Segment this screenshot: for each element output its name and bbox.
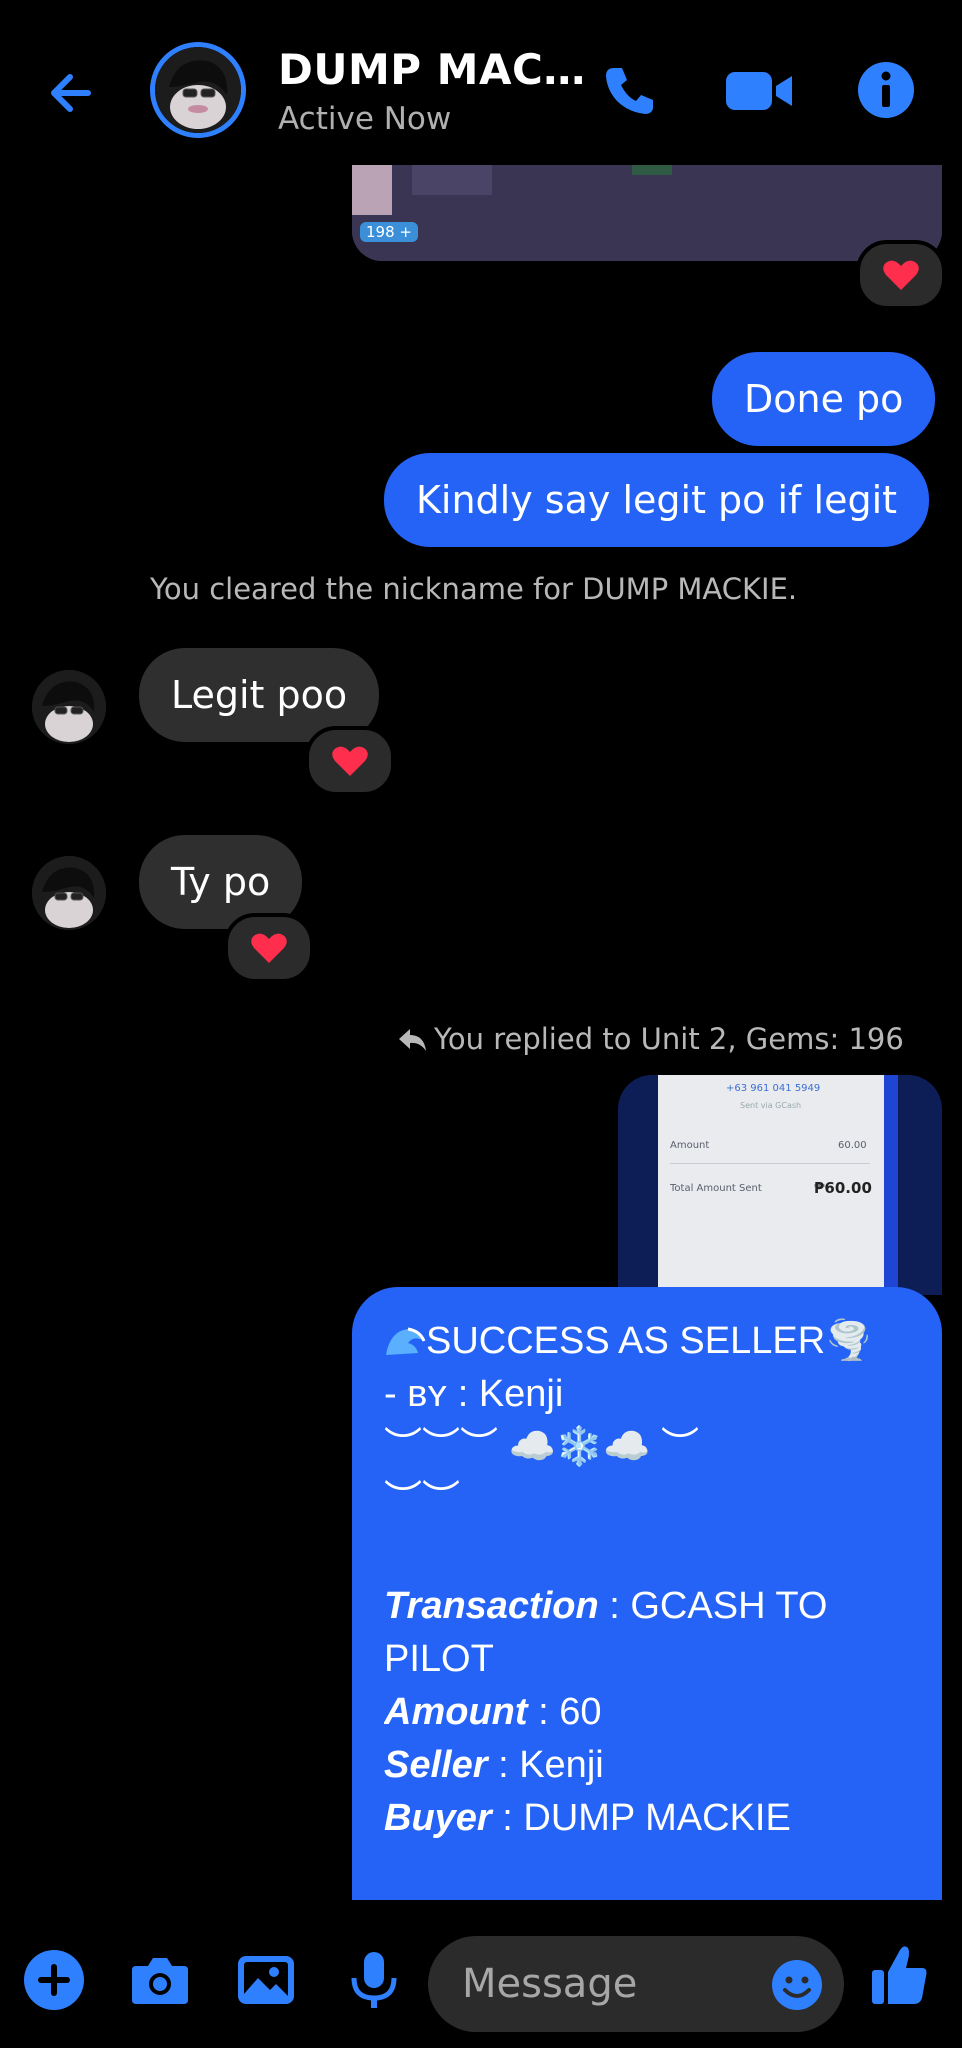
microphone-icon[interactable] bbox=[342, 1948, 406, 2012]
emoji-icon[interactable] bbox=[770, 1958, 824, 2012]
video-camera-icon[interactable] bbox=[724, 60, 794, 120]
heart-reaction[interactable] bbox=[224, 913, 314, 983]
receipt-subtext: Sent via GCash bbox=[740, 1101, 802, 1110]
receipt-total-value: ₱60.00 bbox=[814, 1179, 872, 1197]
transaction-line: Transaction : GCASH TO bbox=[384, 1585, 828, 1627]
receipt-amount-value: 60.00 bbox=[838, 1140, 867, 1151]
outgoing-message[interactable]: Done po bbox=[712, 352, 936, 446]
amount-line: Amount : 60 bbox=[384, 1691, 602, 1733]
contact-name[interactable]: DUMP MAC… bbox=[278, 45, 586, 94]
message-line: ︶︶︶ ☁️❄️☁️ ︶ bbox=[384, 1426, 700, 1468]
contact-avatar-small[interactable] bbox=[32, 856, 106, 930]
reply-arrow-icon bbox=[399, 1029, 426, 1051]
chat-header: DUMP MAC… Active Now bbox=[0, 0, 962, 165]
message-line: SUCCESS AS SELLER🌪️ bbox=[384, 1315, 910, 1368]
message-line: - ʙʏ : Kenji bbox=[384, 1373, 564, 1415]
contact-avatar-small[interactable] bbox=[32, 670, 106, 744]
receipt-phone: +63 961 041 5949 bbox=[726, 1083, 821, 1094]
message-text: Done po bbox=[744, 377, 904, 421]
receipt-total-label: Total Amount Sent bbox=[670, 1183, 762, 1194]
outgoing-message[interactable]: Kindly say legit po if legit bbox=[384, 453, 930, 547]
heart-icon bbox=[883, 260, 919, 290]
phone-icon[interactable] bbox=[600, 60, 660, 120]
system-notice: You cleared the nickname for DUMP MACKIE… bbox=[150, 572, 798, 606]
message-input-container[interactable] bbox=[428, 1936, 844, 2032]
plus-icon[interactable] bbox=[22, 1948, 86, 2012]
back-arrow-icon[interactable] bbox=[44, 62, 106, 124]
gallery-icon[interactable] bbox=[234, 1948, 298, 2012]
heart-reaction[interactable] bbox=[305, 726, 395, 796]
buyer-line: Buyer : DUMP MACKIE bbox=[384, 1797, 791, 1839]
replied-receipt-image[interactable]: +63 961 041 5949 Sent via GCash Amount 6… bbox=[618, 1075, 942, 1295]
gem-count-badge: 198 + bbox=[360, 222, 418, 242]
transaction-line-cont: PILOT bbox=[384, 1638, 494, 1680]
reply-notice: You replied to Unit 2, Gems: 196 bbox=[396, 1022, 904, 1056]
message-input[interactable] bbox=[460, 1960, 764, 2008]
reply-notice-text: You replied to Unit 2, Gems: 196 bbox=[434, 1022, 904, 1056]
message-text: Ty po bbox=[171, 860, 271, 904]
info-icon[interactable] bbox=[856, 60, 916, 120]
heart-reaction[interactable] bbox=[856, 240, 946, 310]
wave-emoji-icon bbox=[386, 1327, 426, 1355]
message-text: Legit poo bbox=[171, 673, 348, 717]
heart-icon bbox=[251, 933, 287, 963]
active-status: Active Now bbox=[278, 101, 452, 137]
seller-line: Seller : Kenji bbox=[384, 1744, 604, 1786]
outgoing-transaction-message[interactable]: SUCCESS AS SELLER🌪️ - ʙʏ : Kenji ︶︶︶ ☁️❄… bbox=[352, 1287, 942, 1907]
receipt-paper: +63 961 041 5949 Sent via GCash Amount 6… bbox=[658, 1075, 884, 1295]
heart-icon bbox=[332, 746, 368, 776]
thumbs-up-icon[interactable] bbox=[868, 1942, 930, 2008]
image-attachment-preview[interactable] bbox=[352, 165, 942, 261]
camera-icon[interactable] bbox=[128, 1948, 192, 2012]
message-line: ︶︶ bbox=[384, 1479, 461, 1521]
contact-avatar[interactable] bbox=[150, 42, 246, 138]
receipt-amount-label: Amount bbox=[670, 1140, 710, 1151]
message-text: Kindly say legit po if legit bbox=[416, 478, 898, 522]
